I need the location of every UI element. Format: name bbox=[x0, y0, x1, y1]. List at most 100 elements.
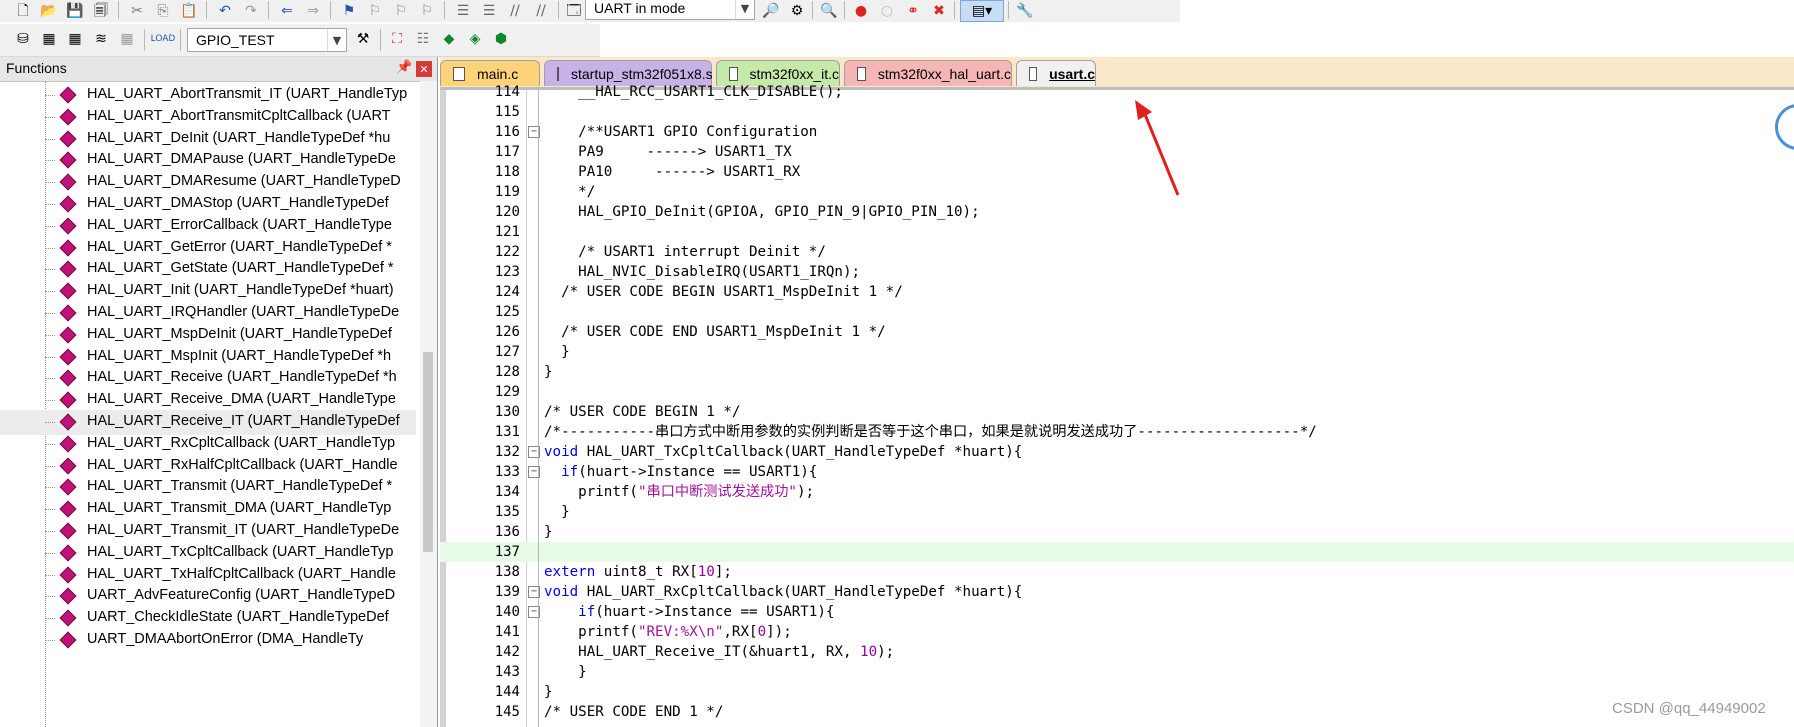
code-line[interactable]: 128} bbox=[440, 362, 1794, 382]
code-line[interactable]: 122 /* USART1 interrupt Deinit */ bbox=[440, 242, 1794, 262]
target-select[interactable]: GPIO_TEST ▼ bbox=[187, 28, 347, 52]
code-line[interactable]: 145 /* USER CODE END 1 */ bbox=[440, 702, 1794, 722]
redo-icon[interactable]: ↷ bbox=[240, 0, 262, 22]
code-line[interactable]: 141 printf("REV:%X\n",RX[0]); bbox=[440, 622, 1794, 642]
batch-build-icon[interactable]: ≋ bbox=[90, 28, 112, 50]
code-line[interactable]: 127 } bbox=[440, 342, 1794, 362]
line-number: 135 bbox=[494, 504, 520, 520]
chevron-down-icon[interactable]: ▼ bbox=[327, 29, 346, 51]
breakpoint-icon[interactable]: ● bbox=[850, 0, 872, 22]
save-icon[interactable]: 💾 bbox=[64, 0, 86, 22]
code-line[interactable]: 131 /*-----------串口方式中断用参数的实例判断是否等于这个串口，如… bbox=[440, 422, 1794, 442]
code-line[interactable]: 138 extern uint8_t RX[10]; bbox=[440, 562, 1794, 582]
code-line[interactable]: 118 PA10 ------> USART1_RX bbox=[440, 162, 1794, 182]
configure-icon[interactable]: 🔧 bbox=[1014, 0, 1036, 22]
paste-icon[interactable]: 📋 bbox=[178, 0, 200, 22]
code-line[interactable]: 124 /* USER CODE BEGIN USART1_MspDeInit … bbox=[440, 282, 1794, 302]
navigate-forward-icon[interactable]: ⇒ bbox=[302, 0, 324, 22]
code-line[interactable]: 134 printf("串口中断测试发送成功"); bbox=[440, 482, 1794, 502]
manage-project-items-icon[interactable]: ⛶ bbox=[386, 28, 408, 50]
kill-breakpoints-icon[interactable]: ✖ bbox=[928, 0, 950, 22]
function-icon bbox=[59, 260, 77, 278]
code-line[interactable]: 139− void HAL_UART_RxCpltCallback(UART_Ha… bbox=[440, 582, 1794, 602]
unindent-icon[interactable]: ☰ bbox=[478, 0, 500, 22]
prev-bookmark-icon[interactable]: ⚐ bbox=[364, 0, 386, 22]
function-item-label: HAL_UART_DMAStop (UART_HandleTypeDef bbox=[87, 195, 389, 211]
code-line[interactable]: 123 HAL_NVIC_DisableIRQ(USART1_IRQn); bbox=[440, 262, 1794, 282]
close-icon[interactable]: ✕ bbox=[416, 61, 432, 77]
clear-bookmarks-icon[interactable]: ⚐ bbox=[416, 0, 438, 22]
tree-connector bbox=[45, 356, 55, 358]
cut-icon[interactable]: ✂ bbox=[126, 0, 148, 22]
functions-scrollbar-thumb[interactable] bbox=[423, 352, 433, 552]
code-line[interactable]: 129 bbox=[440, 382, 1794, 402]
function-icon bbox=[59, 282, 77, 300]
window-layout-icon[interactable]: ▤▾ bbox=[960, 0, 1004, 22]
disable-breakpoint-icon[interactable]: ○ bbox=[876, 0, 898, 22]
uncomment-icon[interactable]: // bbox=[530, 0, 552, 22]
copy-icon[interactable]: ⎘ bbox=[152, 0, 174, 22]
code-line[interactable]: 130 /* USER CODE BEGIN 1 */ bbox=[440, 402, 1794, 422]
line-number: 118 bbox=[494, 164, 520, 180]
code-line[interactable]: 132− void HAL_UART_TxCpltCallback(UART_Ha… bbox=[440, 442, 1794, 462]
file-extensions-icon[interactable]: ☷ bbox=[412, 28, 434, 50]
open-file-icon[interactable]: 📂 bbox=[38, 0, 60, 22]
code-line[interactable]: 142 HAL_UART_Receive_IT(&huart1, RX, 10)… bbox=[440, 642, 1794, 662]
comment-icon[interactable]: // bbox=[504, 0, 526, 22]
debug-session-icon[interactable]: 🔍 bbox=[818, 0, 840, 22]
navigate-back-icon[interactable]: ⇐ bbox=[276, 0, 298, 22]
incremental-find-icon[interactable]: ⚙ bbox=[786, 0, 808, 22]
undo-icon[interactable]: ↶ bbox=[214, 0, 236, 22]
code-line[interactable]: 125 bbox=[440, 302, 1794, 322]
file-icon bbox=[857, 66, 866, 81]
function-item[interactable]: UART_DMAAbortOnError (DMA_HandleTy bbox=[0, 628, 416, 653]
stop-build-icon[interactable]: ▦ bbox=[116, 28, 138, 50]
code-line[interactable]: 137 bbox=[440, 542, 1794, 562]
code-line[interactable]: 121 bbox=[440, 222, 1794, 242]
save-all-icon[interactable]: 🗐 bbox=[90, 0, 112, 22]
code-line[interactable]: 143 } bbox=[440, 662, 1794, 682]
code-line[interactable]: 144} bbox=[440, 682, 1794, 702]
code-line[interactable]: 119 */ bbox=[440, 182, 1794, 202]
code-line[interactable]: 114 __HAL_RCC_USART1_CLK_DISABLE(); bbox=[440, 82, 1794, 102]
new-file-icon[interactable]: 🗋 bbox=[12, 0, 34, 22]
code-line[interactable]: 120 HAL_GPIO_DeInit(GPIOA, GPIO_PIN_9|GP… bbox=[440, 202, 1794, 222]
annotation-arrow bbox=[1135, 100, 1180, 196]
select-packs-icon[interactable]: ◈ bbox=[464, 28, 486, 50]
function-item-label: HAL_UART_GetState (UART_HandleTypeDef * bbox=[87, 260, 394, 277]
target-options-icon[interactable]: ⚒ bbox=[352, 28, 374, 50]
code-line[interactable]: 126 /* USER CODE END USART1_MspDeInit 1 … bbox=[440, 322, 1794, 342]
code-line[interactable]: 116− /**USART1 GPIO Configuration bbox=[440, 122, 1794, 142]
bookmark-icon[interactable]: ⚑ bbox=[338, 0, 360, 22]
function-item-label: HAL_UART_TxCpltCallback (UART_HandleTyp bbox=[87, 543, 394, 560]
function-item-label: UART_DMAAbortOnError (DMA_HandleTy bbox=[87, 631, 364, 647]
find-in-files-icon[interactable]: 🗔 bbox=[563, 0, 585, 22]
manage-run-time-environment-icon[interactable]: ◆ bbox=[438, 28, 460, 50]
code-line[interactable]: 136} bbox=[440, 522, 1794, 542]
code-text: if(huart->Instance == USART1){ bbox=[561, 464, 818, 480]
find-icon[interactable]: 🔎 bbox=[760, 0, 782, 22]
rebuild-icon[interactable]: ▦ bbox=[64, 28, 86, 50]
translate-icon[interactable]: ⛁ bbox=[12, 28, 34, 50]
tree-connector bbox=[45, 531, 55, 532]
download-icon[interactable]: LOAD bbox=[151, 28, 176, 50]
indent-icon[interactable]: ☰ bbox=[452, 0, 474, 22]
next-bookmark-icon[interactable]: ⚐ bbox=[390, 0, 412, 22]
function-item-label: HAL_UART_TxHalfCpltCallback (UART_Handle bbox=[87, 565, 396, 582]
code-line[interactable]: 117 PA9 ------> USART1_TX bbox=[440, 142, 1794, 162]
pin-icon[interactable]: 📌 bbox=[396, 60, 412, 75]
build-icon[interactable]: ▦ bbox=[38, 28, 60, 50]
code-text: } bbox=[544, 524, 553, 540]
find-combo[interactable]: UART in mode ▼ bbox=[585, 0, 755, 20]
code-line[interactable]: 135 } bbox=[440, 502, 1794, 522]
code-editor[interactable]: 114 __HAL_RCC_USART1_CLK_DISABLE(); 115 11… bbox=[440, 84, 1794, 727]
disable-all-breakpoints-icon[interactable]: ⚭ bbox=[902, 0, 924, 22]
function-item-label: HAL_UART_RxCpltCallback (UART_HandleTyp bbox=[87, 434, 396, 451]
code-line[interactable]: 133− if(huart->Instance == USART1){ bbox=[440, 462, 1794, 482]
code-line[interactable]: 140− if(huart->Instance == USART1){ bbox=[440, 602, 1794, 622]
line-number: 121 bbox=[494, 224, 520, 240]
chevron-down-icon[interactable]: ▼ bbox=[735, 0, 754, 19]
line-number: 138 bbox=[494, 564, 520, 580]
pack-installer-icon[interactable]: ⬢ bbox=[490, 28, 512, 50]
code-line[interactable]: 115 bbox=[440, 102, 1794, 122]
